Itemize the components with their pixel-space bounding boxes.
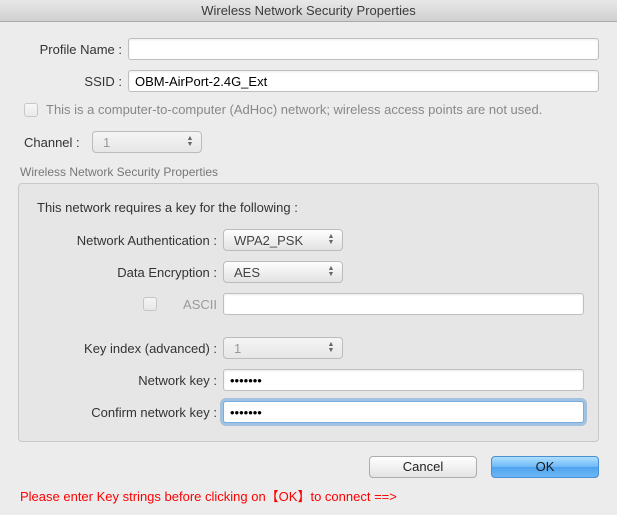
- dialog-content: Profile Name : SSID : This is a computer…: [0, 22, 617, 515]
- chevron-updown-icon: ▲▼: [324, 234, 338, 246]
- cancel-button[interactable]: Cancel: [369, 456, 477, 478]
- channel-value: 1: [103, 135, 110, 150]
- confirm-key-input[interactable]: [223, 401, 584, 423]
- enc-select[interactable]: AES ▲▼: [223, 261, 343, 283]
- key-index-label: Key index (advanced) :: [33, 341, 223, 356]
- key-index-value: 1: [234, 341, 241, 356]
- ssid-input[interactable]: [128, 70, 599, 92]
- enc-label: Data Encryption :: [33, 265, 223, 280]
- chevron-updown-icon: ▲▼: [324, 342, 338, 354]
- confirm-key-label: Confirm network key :: [33, 405, 223, 420]
- group-legend: Wireless Network Security Properties: [20, 165, 599, 179]
- security-groupbox: This network requires a key for the foll…: [18, 183, 599, 442]
- channel-label: Channel :: [18, 135, 92, 150]
- ssid-label: SSID :: [18, 74, 128, 89]
- window-title: Wireless Network Security Properties: [201, 3, 416, 18]
- profile-name-input[interactable]: [128, 38, 599, 60]
- adhoc-label: This is a computer-to-computer (AdHoc) n…: [46, 102, 542, 117]
- adhoc-checkbox[interactable]: [24, 103, 38, 117]
- auth-select[interactable]: WPA2_PSK ▲▼: [223, 229, 343, 251]
- network-key-input[interactable]: [223, 369, 584, 391]
- channel-select[interactable]: 1 ▲▼: [92, 131, 202, 153]
- auth-value: WPA2_PSK: [234, 233, 303, 248]
- network-key-label: Network key :: [33, 373, 223, 388]
- ascii-checkbox[interactable]: [143, 297, 157, 311]
- chevron-updown-icon: ▲▼: [183, 136, 197, 148]
- ascii-label: ASCII: [183, 297, 217, 312]
- profile-name-label: Profile Name :: [18, 42, 128, 57]
- ascii-input[interactable]: [223, 293, 584, 315]
- footer-warning: Please enter Key strings before clicking…: [20, 486, 599, 505]
- group-intro: This network requires a key for the foll…: [37, 200, 584, 215]
- ok-button[interactable]: OK: [491, 456, 599, 478]
- window-titlebar: Wireless Network Security Properties: [0, 0, 617, 22]
- key-index-select[interactable]: 1 ▲▼: [223, 337, 343, 359]
- chevron-updown-icon: ▲▼: [324, 266, 338, 278]
- enc-value: AES: [234, 265, 260, 280]
- auth-label: Network Authentication :: [33, 233, 223, 248]
